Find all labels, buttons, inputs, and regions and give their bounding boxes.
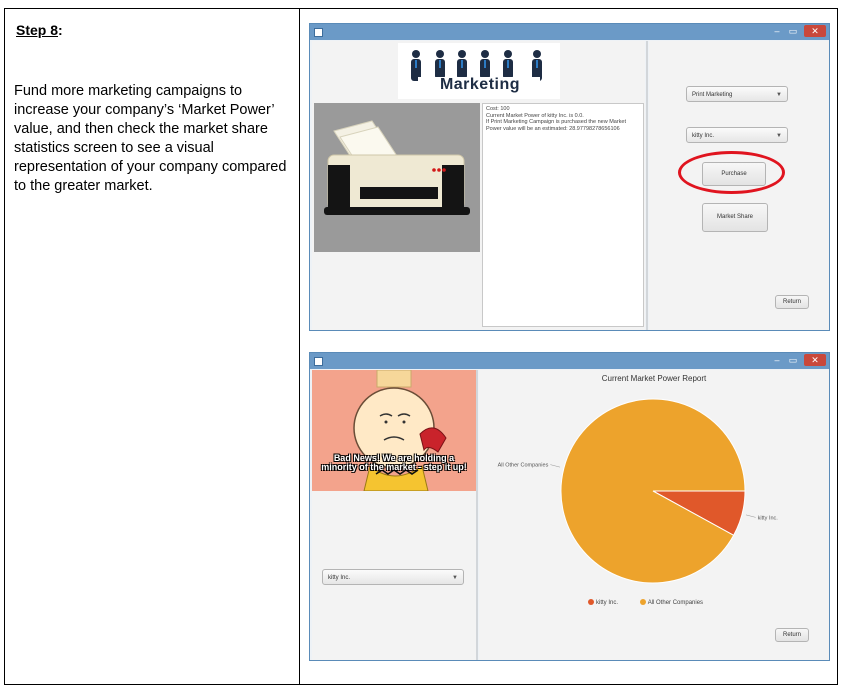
highlight-circle	[678, 151, 785, 194]
pie-slice	[560, 398, 746, 584]
maximize-icon[interactable]: ▭	[787, 355, 799, 365]
table-border-bottom	[4, 684, 838, 685]
legend-item: kitty Inc.	[588, 599, 619, 606]
legend-label: All Other Companies	[647, 599, 704, 606]
step-title-label: Step 8	[16, 22, 59, 38]
return-button[interactable]: Return	[775, 295, 809, 309]
slice-label: kitty Inc.	[758, 515, 779, 521]
window-titlebar: – ▭ ✕	[310, 24, 829, 40]
legend-swatch	[639, 599, 646, 605]
table-border-left	[4, 8, 5, 685]
pie-chart: kitty Inc. All Other Companies	[498, 398, 779, 584]
panel-divider	[476, 370, 478, 660]
legend-item: All Other Companies	[639, 599, 704, 606]
company-select[interactable]: kitty Inc. ▼	[686, 127, 788, 143]
table-border-right	[837, 8, 838, 685]
return-button[interactable]: Return	[775, 628, 809, 642]
legend-label: kitty Inc.	[596, 599, 619, 606]
market-share-button[interactable]: Market Share	[702, 203, 768, 232]
step-description: Fund more marketing campaigns to increas…	[14, 83, 287, 194]
printer-image	[314, 103, 480, 252]
chart-legend: kitty Inc. All Other Companies	[588, 599, 703, 606]
chart-title: Current Market Power Report	[601, 374, 707, 383]
minimize-icon[interactable]: –	[771, 26, 783, 36]
info-line: If Print Marketing Campaign is purchased…	[486, 119, 627, 125]
market-report-window: – ▭ ✕ Bad News! We are holding a minorit…	[309, 352, 830, 661]
maximize-icon[interactable]: ▭	[787, 26, 799, 36]
printer-icon	[324, 120, 470, 215]
marketing-window: – ▭ ✕ Marketing Cost: 100 Current Market…	[309, 23, 830, 331]
app-icon	[314, 357, 323, 366]
campaign-select[interactable]: Print Marketing ▼	[686, 86, 788, 102]
minimize-icon[interactable]: –	[771, 355, 783, 365]
campaign-select-value: Print Marketing	[692, 92, 733, 98]
company-select[interactable]: kitty Inc. ▼	[322, 569, 464, 585]
info-line: Power value will be an estimated: 28.977…	[486, 125, 620, 132]
meme-image: Bad News! We are holding a minority of t…	[312, 370, 476, 491]
slice-label: All Other Companies	[498, 463, 549, 469]
chevron-down-icon: ▼	[452, 575, 458, 581]
step-title: Step 8:	[16, 22, 63, 38]
table-border-top	[4, 8, 838, 9]
campaign-info-text[interactable]: Cost: 100 Current Market Power of kitty …	[482, 103, 644, 327]
app-icon	[314, 28, 323, 37]
window-titlebar: – ▭ ✕	[310, 353, 829, 369]
panel-divider	[646, 41, 648, 330]
close-icon[interactable]: ✕	[804, 25, 826, 37]
legend-swatch	[588, 599, 594, 605]
banner-title: Marketing	[439, 76, 521, 93]
cartoon-phone-illustration	[353, 370, 447, 491]
meme-caption: Bad News! We are holding a minority of t…	[321, 453, 467, 472]
slice-leader-line	[745, 514, 756, 518]
chevron-down-icon: ▼	[776, 92, 782, 98]
step-title-colon: :	[58, 22, 63, 38]
chevron-down-icon: ▼	[776, 133, 782, 139]
company-select-value: kitty Inc.	[692, 133, 715, 139]
slice-leader-line	[550, 464, 561, 468]
table-border-mid	[299, 8, 300, 685]
company-select-value: kitty Inc.	[328, 575, 351, 581]
close-icon[interactable]: ✕	[804, 354, 826, 366]
marketing-banner: Marketing	[398, 43, 560, 99]
